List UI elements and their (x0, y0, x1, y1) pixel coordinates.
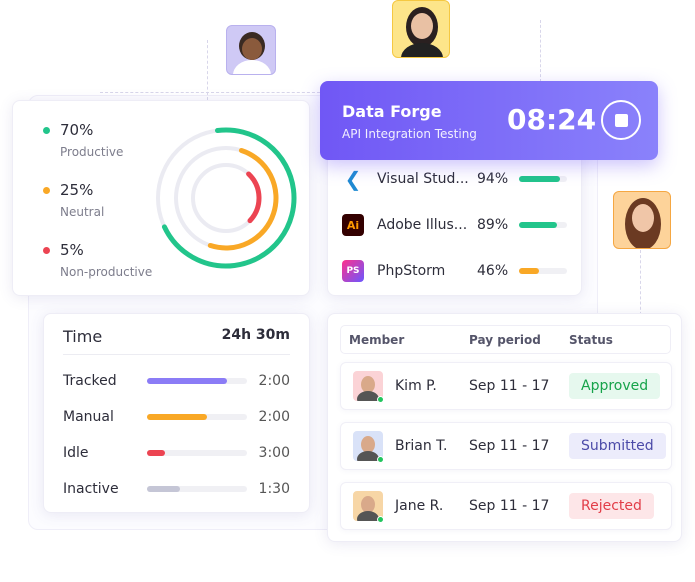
time-value: 1:30 (258, 481, 290, 497)
stop-icon (614, 113, 628, 127)
timer-display: 08:24 (507, 103, 597, 136)
column-header-pay-period: Pay period (469, 333, 541, 347)
pay-period: Sep 11 - 17 (469, 378, 550, 394)
status-badge: Approved (569, 373, 661, 399)
activity-rings (155, 127, 297, 269)
neutral-dot (43, 187, 50, 194)
legend-label: Productive (60, 145, 124, 159)
app-percent: 94% (477, 171, 509, 187)
project-name: Data Forge (342, 102, 442, 121)
timesheet-table: Member Pay period Status Kim P. Sep 11 -… (327, 313, 682, 542)
app-row: Ai Adobe Illus... 89% (342, 213, 568, 237)
ring-neutral (173, 145, 279, 251)
legend-non-productive: 5% Non-productive (43, 241, 152, 279)
time-value: 3:00 (258, 445, 290, 461)
time-bar-fill (147, 450, 165, 456)
time-value: 2:00 (258, 409, 290, 425)
app-percent: 89% (477, 217, 509, 233)
time-total: 24h 30m (221, 327, 290, 343)
table-header: Member Pay period Status (340, 325, 671, 354)
task-name: API Integration Testing (342, 127, 477, 141)
time-bar (147, 378, 247, 384)
online-status-dot (377, 456, 384, 463)
avatar (613, 191, 671, 249)
time-bar (147, 450, 247, 456)
timer-banner: Data Forge API Integration Testing 08:24 (320, 81, 658, 160)
table-row[interactable]: Brian T. Sep 11 - 17 Submitted (340, 422, 672, 470)
time-title: Time (63, 327, 103, 346)
avatar (226, 25, 276, 75)
productive-dot (43, 127, 50, 134)
app-percent: 46% (477, 263, 509, 279)
app-usage-bar (519, 222, 567, 228)
legend-neutral: 25% Neutral (43, 181, 104, 219)
time-bar-fill (147, 414, 207, 420)
connector-line (540, 20, 541, 82)
online-status-dot (377, 396, 384, 403)
non-productive-dot (43, 247, 50, 254)
legend-label: Non-productive (60, 265, 153, 279)
stop-button[interactable] (601, 100, 641, 140)
illustrator-icon: Ai (342, 214, 364, 236)
time-row: Manual 2:00 (63, 407, 290, 427)
status-badge: Submitted (569, 433, 666, 459)
legend-percent: 25% (60, 181, 94, 199)
legend-percent: 70% (60, 121, 94, 139)
time-label: Manual (63, 409, 114, 425)
time-row: Tracked 2:00 (63, 371, 290, 391)
time-row: Idle 3:00 (63, 443, 290, 463)
table-row[interactable]: Kim P. Sep 11 - 17 Approved (340, 362, 672, 410)
online-status-dot (377, 516, 384, 523)
column-header-status: Status (569, 333, 613, 347)
time-card: Time 24h 30m Tracked 2:00 Manual 2:00 Idle… (43, 313, 310, 513)
time-bar-fill (147, 486, 180, 492)
app-name: Visual Stud... (377, 171, 469, 187)
time-bar (147, 414, 247, 420)
status-badge: Rejected (569, 493, 654, 519)
pay-period: Sep 11 - 17 (469, 498, 550, 514)
time-value: 2:00 (258, 373, 290, 389)
legend-percent: 5% (60, 241, 84, 259)
activity-card: 70% Productive 25% Neutral 5% Non-productiv… (12, 100, 310, 296)
avatar (392, 0, 450, 58)
connector-line (207, 40, 208, 100)
app-usage-bar (519, 268, 567, 274)
time-row: Inactive 1:30 (63, 479, 290, 499)
apps-card: ❮ Visual Stud... 94% Ai Adobe Illus... 89% P… (327, 140, 582, 296)
column-header-member: Member (349, 333, 405, 347)
vscode-icon: ❮ (344, 167, 362, 191)
app-row: ❮ Visual Stud... 94% (342, 167, 568, 191)
member-name: Jane R. (395, 498, 444, 514)
time-bar (147, 486, 247, 492)
time-bar-fill (147, 378, 227, 384)
table-row[interactable]: Jane R. Sep 11 - 17 Rejected (340, 482, 672, 530)
connector-line (100, 92, 320, 93)
app-usage-bar (519, 176, 567, 182)
time-label: Idle (63, 445, 89, 461)
member-name: Brian T. (395, 438, 448, 454)
time-label: Tracked (63, 373, 117, 389)
app-name: PhpStorm (377, 263, 446, 279)
legend-label: Neutral (60, 205, 105, 219)
divider (63, 354, 290, 355)
member-name: Kim P. (395, 378, 437, 394)
app-name: Adobe Illus... (377, 217, 468, 233)
pay-period: Sep 11 - 17 (469, 438, 550, 454)
phpstorm-icon: PS (342, 260, 364, 282)
connector-line (640, 250, 641, 320)
time-label: Inactive (63, 481, 119, 497)
app-row: PS PhpStorm 46% (342, 259, 568, 283)
legend-productive: 70% Productive (43, 121, 123, 159)
